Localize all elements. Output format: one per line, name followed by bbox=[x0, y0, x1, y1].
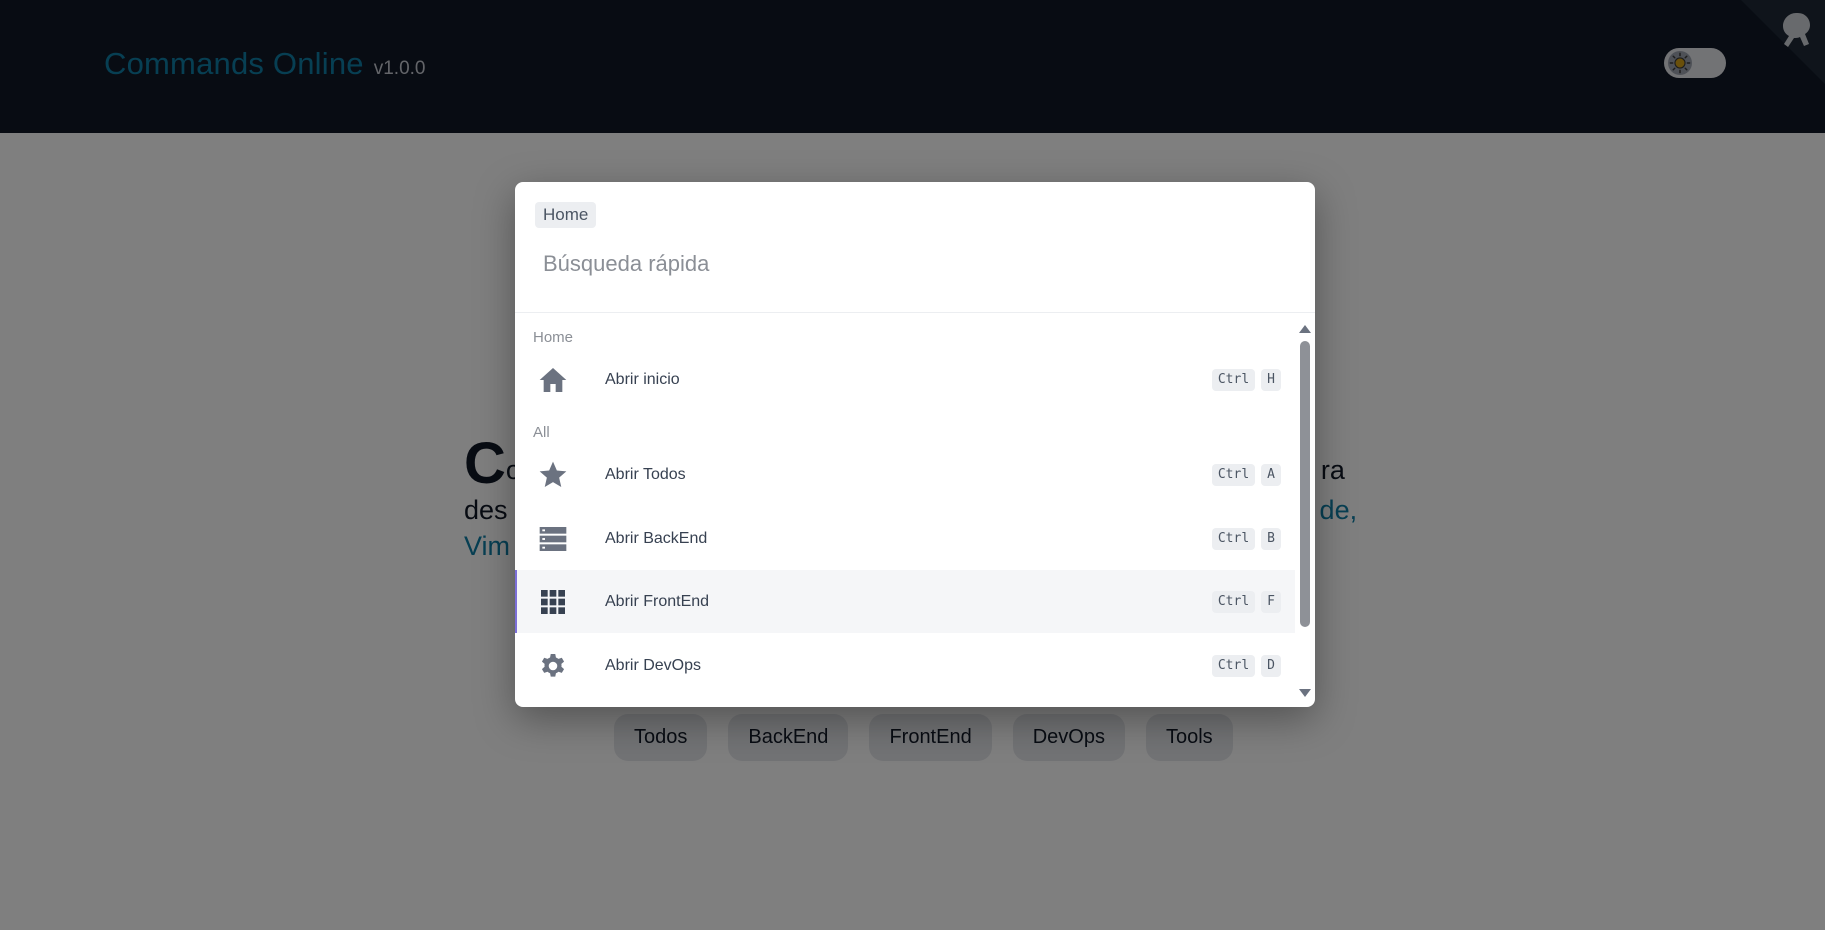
result-label: Abrir inicio bbox=[605, 370, 680, 388]
result-label: Abrir FrontEnd bbox=[605, 592, 710, 610]
result-item-abrir-frontend[interactable]: Abrir FrontEnd Ctrl F bbox=[515, 570, 1295, 633]
shortcut-keys: Ctrl B bbox=[1211, 527, 1281, 550]
shortcut-keys: Ctrl F bbox=[1211, 590, 1281, 613]
palette-header: Home bbox=[515, 182, 1315, 313]
shortcut-key: Ctrl bbox=[1211, 590, 1256, 613]
result-item-abrir-devops[interactable]: Abrir DevOps Ctrl D bbox=[515, 634, 1295, 697]
breadcrumb[interactable]: Home bbox=[535, 202, 597, 228]
star-icon bbox=[539, 461, 567, 487]
shortcut-key: A bbox=[1261, 463, 1281, 486]
command-palette: Home Home Abrir inicio Ctrl H All Abrir … bbox=[515, 182, 1315, 707]
home-icon bbox=[539, 367, 567, 392]
result-item-abrir-backend[interactable]: Abrir BackEnd Ctrl B bbox=[515, 507, 1295, 570]
scroll-down-arrow-icon[interactable] bbox=[1299, 689, 1311, 697]
shortcut-key: Ctrl bbox=[1211, 368, 1256, 391]
result-item-abrir-todos[interactable]: Abrir Todos Ctrl A bbox=[515, 443, 1295, 506]
result-label: Abrir DevOps bbox=[605, 656, 702, 674]
result-label: Abrir BackEnd bbox=[605, 529, 708, 547]
shortcut-keys: Ctrl D bbox=[1211, 654, 1281, 677]
section-label-home: Home bbox=[533, 329, 574, 346]
shortcut-key: D bbox=[1261, 654, 1281, 677]
shortcut-key: Ctrl bbox=[1211, 527, 1256, 550]
scrollbar-thumb[interactable] bbox=[1300, 341, 1310, 627]
apps-grid-icon bbox=[541, 589, 565, 614]
server-icon bbox=[539, 526, 567, 551]
results-list: Home Abrir inicio Ctrl H All Abrir Todos… bbox=[515, 313, 1295, 707]
result-item-abrir-inicio[interactable]: Abrir inicio Ctrl H bbox=[515, 348, 1295, 411]
gear-icon bbox=[541, 653, 565, 677]
scroll-up-arrow-icon[interactable] bbox=[1299, 325, 1311, 333]
search-input[interactable] bbox=[535, 244, 1291, 284]
shortcut-key: Ctrl bbox=[1211, 463, 1256, 486]
shortcut-keys: Ctrl A bbox=[1211, 463, 1281, 486]
shortcut-keys: Ctrl H bbox=[1211, 368, 1281, 391]
shortcut-key: B bbox=[1261, 527, 1281, 550]
results-scrollbar[interactable] bbox=[1297, 313, 1313, 707]
section-label-all: All bbox=[533, 424, 550, 441]
result-label: Abrir Todos bbox=[605, 465, 686, 483]
shortcut-key: Ctrl bbox=[1211, 654, 1256, 677]
shortcut-key: F bbox=[1261, 590, 1281, 613]
shortcut-key: H bbox=[1261, 368, 1281, 391]
